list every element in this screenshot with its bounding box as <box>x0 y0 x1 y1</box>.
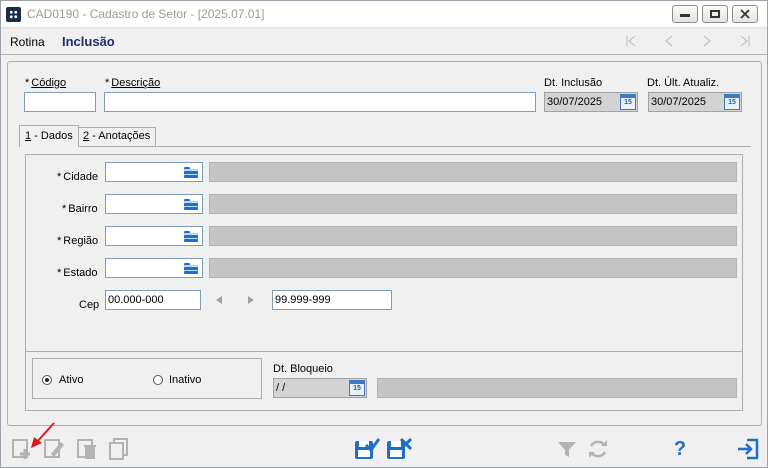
filter-icon[interactable] <box>556 437 578 461</box>
codigo-label: * Código <box>25 77 67 89</box>
lookup-folder-icon[interactable] <box>184 262 198 274</box>
first-record-icon[interactable] <box>624 34 638 48</box>
minimize-button[interactable] <box>672 5 698 23</box>
calendar-icon: 15 <box>620 94 636 110</box>
regiao-description <box>209 226 737 246</box>
estado-description <box>209 258 737 278</box>
estado-label: * Estado <box>57 267 98 279</box>
next-record-icon[interactable] <box>700 34 714 48</box>
exit-icon[interactable] <box>737 437 759 461</box>
lookup-folder-icon[interactable] <box>184 198 198 210</box>
menu-rotina[interactable]: Rotina <box>10 35 45 49</box>
dt-bloqueio-label: Dt. Bloqueio <box>273 363 333 375</box>
minimize-icon <box>680 14 690 17</box>
close-button[interactable] <box>732 5 758 23</box>
dt-ult-atualiz-label: Dt. Últ. Atualiz. <box>647 77 720 89</box>
ativo-label[interactable]: Ativo <box>59 374 83 386</box>
cidade-label: * Cidade <box>57 171 99 183</box>
inativo-label[interactable]: Inativo <box>169 374 201 386</box>
annotation-arrow-icon <box>31 422 55 448</box>
tab-anotacoes[interactable]: 2 - Anotações <box>77 127 157 146</box>
copy-icon[interactable] <box>108 437 130 461</box>
calendar-icon: 15 <box>724 94 740 110</box>
cep-to-input[interactable]: 99.999-999 <box>272 290 392 310</box>
maximize-icon <box>710 10 720 18</box>
app-logo-icon <box>6 7 21 22</box>
previous-record-icon[interactable] <box>662 34 676 48</box>
tab-strip-line <box>19 146 751 147</box>
inativo-radio[interactable] <box>153 375 163 385</box>
lookup-folder-icon[interactable] <box>184 230 198 242</box>
last-record-icon[interactable] <box>738 34 752 48</box>
application-window: CAD0190 - Cadastro de Setor - [2025.07.0… <box>0 0 768 468</box>
descricao-label: * Descrição <box>105 77 161 89</box>
range-right-arrow-icon <box>248 296 254 304</box>
cep-label: Cep <box>79 299 100 311</box>
lookup-folder-icon[interactable] <box>184 166 198 178</box>
tab-dados[interactable]: 1 - Dados <box>19 125 79 147</box>
window-title: CAD0190 - Cadastro de Setor - [2025.07.0… <box>27 7 265 21</box>
calendar-icon[interactable]: 15 <box>349 380 365 396</box>
menu-bar: Rotina Inclusão <box>1 29 767 53</box>
dt-inclusao-label: Dt. Inclusão <box>544 77 603 89</box>
bairro-description <box>209 194 737 214</box>
codigo-input[interactable] <box>24 92 96 112</box>
regiao-label: * Região <box>57 235 99 247</box>
close-icon <box>740 9 750 19</box>
help-icon[interactable]: ? <box>669 437 691 461</box>
bairro-label: * Bairro <box>62 203 98 215</box>
dt-bloqueio-description <box>377 378 737 398</box>
delete-icon[interactable] <box>76 437 98 461</box>
mode-label: Inclusão <box>62 34 115 49</box>
cidade-description <box>209 162 737 182</box>
refresh-icon[interactable] <box>587 437 609 461</box>
range-left-arrow-icon <box>216 296 222 304</box>
menu-separator <box>1 54 767 55</box>
maximize-button[interactable] <box>702 5 728 23</box>
descricao-input[interactable] <box>104 92 536 112</box>
save-confirm-icon[interactable] <box>354 437 380 461</box>
ativo-radio[interactable] <box>42 375 52 385</box>
title-bar: CAD0190 - Cadastro de Setor - [2025.07.0… <box>1 1 767 28</box>
cep-from-input[interactable]: 00.000-000 <box>105 290 201 310</box>
save-cancel-icon[interactable] <box>386 437 412 461</box>
dados-panel <box>25 154 743 352</box>
bottom-toolbar: ? <box>1 429 767 468</box>
